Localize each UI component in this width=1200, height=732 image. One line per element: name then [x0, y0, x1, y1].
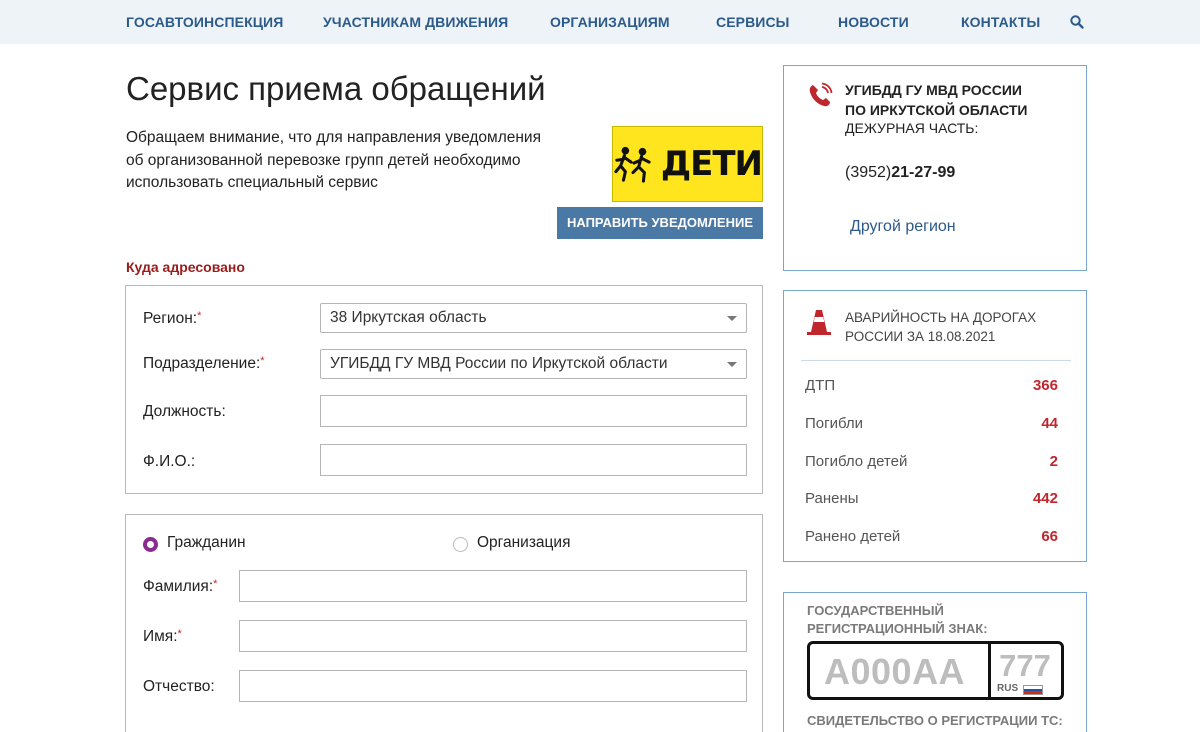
plate-number: А000АА [824, 651, 966, 692]
phone-main: 21-27-99 [891, 164, 956, 181]
citizen-radio[interactable] [143, 537, 158, 552]
required-mark: * [197, 310, 202, 322]
required-mark: * [213, 578, 218, 590]
name-label-text: Имя: [143, 628, 178, 645]
traffic-cone-icon [807, 310, 831, 335]
fio-label: Ф.И.О.: [143, 453, 196, 470]
other-region-link[interactable]: Другой регион [850, 218, 956, 236]
position-input[interactable] [320, 395, 747, 427]
organization-radio[interactable] [453, 537, 468, 552]
addressed-form-box: Регион:* 38 Иркутская область Подразделе… [125, 285, 763, 494]
division-select-value: УГИБДД ГУ МВД России по Иркутской област… [330, 355, 668, 372]
region-select-value: 38 Иркутская область [330, 309, 487, 326]
registration-plate-title: ГОСУДАРСТВЕННЫЙ РЕГИСТРАЦИОННЫЙ ЗНАК: [807, 603, 988, 636]
duty-unit-label: ДЕЖУРНАЯ ЧАСТЬ: [845, 120, 979, 136]
nav-item-news[interactable]: НОВОСТИ [838, 14, 909, 30]
chevron-down-icon [727, 316, 737, 321]
deti-logo[interactable]: ДЕТИ [612, 126, 763, 202]
addressed-section-label: Куда адресовано [126, 259, 245, 275]
russian-flag-icon [1023, 685, 1043, 695]
running-children-icon [614, 146, 651, 183]
patronymic-label: Отчество: [143, 678, 215, 695]
nav-item-contacts[interactable]: КОНТАКТЫ [961, 14, 1040, 30]
registration-certificate-title: СВИДЕТЕЛЬСТВО О РЕГИСТРАЦИИ ТС: [807, 713, 1063, 728]
nav-item-organizations[interactable]: ОРГАНИЗАЦИЯМ [550, 14, 670, 30]
surname-label: Фамилия:* [143, 578, 217, 596]
organization-radio-label[interactable]: Организация [477, 534, 570, 552]
plate-region-code: 777 [999, 648, 1051, 683]
license-plate-input[interactable]: А000АА 777 RUS [807, 641, 1064, 700]
divider [801, 360, 1071, 361]
send-notification-button[interactable]: НАПРАВИТЬ УВЕДОМЛЕНИЕ [557, 207, 763, 239]
name-input[interactable] [239, 620, 747, 652]
patronymic-input[interactable] [239, 670, 747, 702]
region-select[interactable]: 38 Иркутская область [320, 303, 747, 333]
page-title: Сервис приема обращений [126, 70, 546, 107]
stat-name-killed: Погибли [805, 415, 864, 432]
surname-input[interactable] [239, 570, 747, 602]
phone-code: (3952) [845, 164, 892, 181]
fio-input[interactable] [320, 444, 747, 476]
phone-icon [809, 82, 833, 107]
search-icon[interactable] [1069, 14, 1085, 30]
stat-name-children-injured: Ранено детей [805, 528, 901, 545]
name-label: Имя:* [143, 628, 182, 646]
citizen-radio-label[interactable]: Гражданин [167, 534, 246, 552]
stat-name-dtp: ДТП [805, 377, 836, 394]
stat-value-dtp: 366 [1032, 377, 1058, 394]
applicant-form-box: Гражданин Организация Фамилия:* Имя:* От… [125, 514, 763, 732]
region-label-text: Регион: [143, 310, 198, 327]
top-navigation: ГОСАВТОИНСПЕКЦИЯ УЧАСТНИКАМ ДВИЖЕНИЯ ОРГ… [0, 0, 1200, 44]
nav-item-services[interactable]: СЕРВИСЫ [716, 14, 789, 30]
stat-value-killed: 44 [1041, 415, 1058, 432]
children-transport-notice: Обращаем внимание, что для направления у… [126, 129, 541, 191]
accidents-title: АВАРИЙНОСТЬ НА ДОРОГАХ РОССИИ ЗА 18.08.2… [845, 310, 1037, 344]
surname-label-text: Фамилия: [143, 578, 214, 595]
required-mark: * [260, 355, 265, 367]
deti-logo-text: ДЕТИ [660, 144, 763, 184]
division-label: Подразделение:* [143, 355, 265, 373]
stat-value-children-injured: 66 [1041, 528, 1058, 545]
chevron-down-icon [727, 362, 737, 367]
position-label: Должность: [143, 403, 226, 420]
stat-value-children-killed: 2 [1049, 453, 1058, 470]
plate-country-code: RUS [997, 683, 1019, 694]
nav-item-gosavtoinspekciya[interactable]: ГОСАВТОИНСПЕКЦИЯ [126, 14, 283, 30]
division-select[interactable]: УГИБДД ГУ МВД России по Иркутской област… [320, 349, 747, 379]
stat-name-injured: Ранены [805, 490, 859, 507]
region-label: Регион:* [143, 310, 201, 328]
required-mark: * [177, 628, 182, 640]
stat-value-injured: 442 [1032, 490, 1058, 507]
traffic-police-office-name: УГИБДД ГУ МВД РОССИИ ПО ИРКУТСКОЙ ОБЛАСТ… [845, 82, 1028, 118]
plate-separator [988, 644, 991, 697]
stat-name-children-killed: Погибло детей [805, 453, 908, 470]
nav-item-participants[interactable]: УЧАСТНИКАМ ДВИЖЕНИЯ [323, 14, 508, 30]
duty-phone-number: (3952)21-27-99 [845, 164, 955, 182]
division-label-text: Подразделение: [143, 355, 261, 372]
